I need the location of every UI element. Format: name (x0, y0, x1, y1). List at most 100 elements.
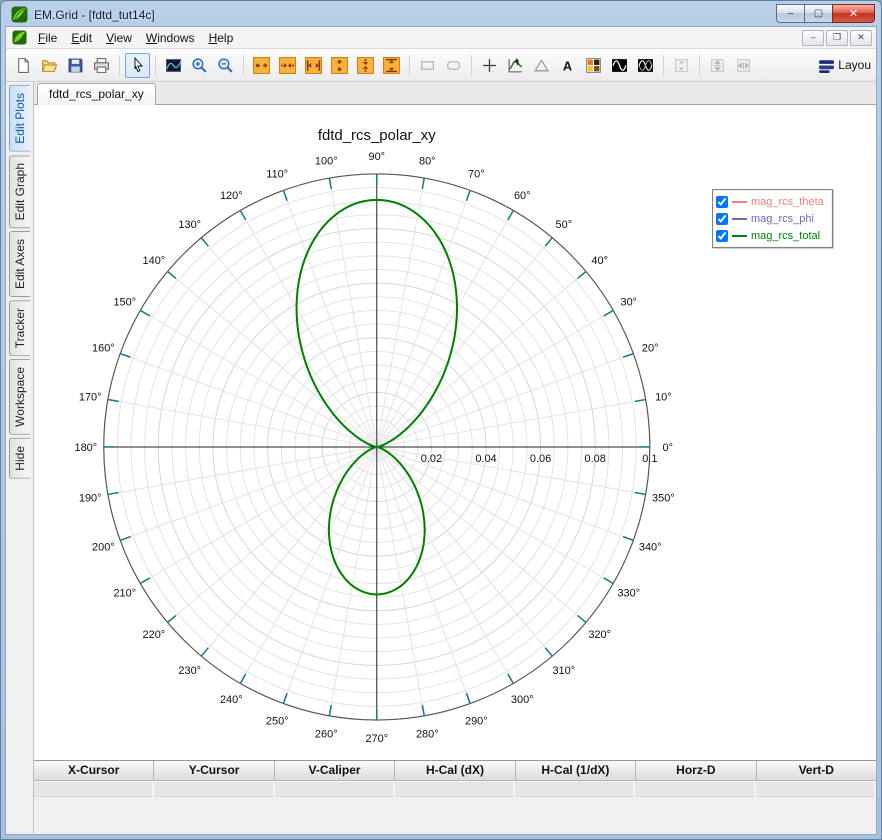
mdi-close-button[interactable]: ✕ (850, 29, 872, 46)
angle-tick (622, 352, 634, 359)
angle-label: 60° (514, 190, 531, 202)
sidebar-tab-edit-axes[interactable]: Edit Axes (9, 231, 30, 298)
sidebar-tab-hide[interactable]: Hide (9, 438, 30, 479)
fit-height-button[interactable] (669, 53, 694, 78)
legend-item-mag-rcs-phi: mag_rcs_phi (716, 210, 824, 227)
status-value-y-cursor (154, 782, 275, 797)
titlebar[interactable]: EM.Grid - [fdtd_tut14c] – ▢ ✕ (5, 1, 877, 26)
palette-button[interactable] (581, 53, 606, 78)
angle-label: 280° (416, 729, 439, 741)
minimize-button[interactable]: – (776, 3, 805, 23)
menu-help[interactable]: Help (202, 28, 241, 48)
zoom-out-button[interactable] (213, 53, 238, 78)
angle-tick (465, 692, 471, 704)
angle-label: 90° (368, 151, 385, 163)
status-col-h-cal-dx-: H-Cal (dX) (395, 761, 516, 781)
angle-tick (139, 309, 151, 317)
angle-label: 0° (662, 442, 672, 454)
shrink-horizontal-button[interactable] (275, 53, 300, 78)
text-tool-button[interactable]: A (555, 53, 580, 78)
sidebar-tab-tracker[interactable]: Tracker (9, 300, 30, 357)
open-folder-button[interactable] (37, 53, 62, 78)
angle-tick (421, 704, 425, 716)
toolbar-separator (155, 54, 156, 76)
angle-tick (577, 270, 587, 280)
angle-label: 310° (552, 665, 575, 677)
rectangle-tool-button[interactable] (415, 53, 440, 78)
angle-tick (544, 647, 553, 657)
angle-tick (507, 673, 514, 684)
sidebar-tab-edit-graph[interactable]: Edit Graph (9, 154, 30, 229)
angle-label: 120° (220, 190, 243, 202)
mdi-minimize-button[interactable]: – (802, 29, 824, 46)
triangle-tool-button[interactable] (529, 53, 554, 78)
app-logo-icon (11, 6, 28, 23)
pointer-select-button[interactable] (125, 52, 150, 78)
sidebar-tab-workspace[interactable]: Workspace (9, 359, 30, 436)
angle-tick (421, 177, 425, 190)
legend-label: mag_rcs_phi (751, 212, 814, 225)
menu-view[interactable]: View (99, 28, 139, 48)
expand-vertical-button[interactable] (327, 53, 352, 78)
close-button[interactable]: ✕ (832, 3, 875, 23)
legend-checkbox-mag-rcs-total[interactable] (716, 229, 728, 242)
tab-fdtd-rcs-polar-xy[interactable]: fdtd_rcs_polar_xy (37, 83, 156, 105)
angle-label: 210° (113, 587, 136, 599)
status-value-h-cal-dx- (394, 782, 516, 797)
waveform-double-button[interactable] (633, 53, 658, 78)
grid-spoke (200, 446, 378, 657)
print-button[interactable] (89, 53, 114, 78)
waveform-single-button[interactable] (607, 53, 632, 78)
menu-edit[interactable]: Edit (64, 28, 99, 48)
menu-bar: File Edit View Windows Help – ❐ ✕ (6, 27, 876, 49)
mdi-restore-button[interactable]: ❐ (826, 29, 848, 46)
curve-tracker-tool-button[interactable] (503, 53, 528, 78)
angle-label: 180° (74, 442, 97, 454)
cursor-status-table: X-Cursor Y-Cursor V-Caliper H-Cal (dX) H-Cal… (34, 760, 876, 797)
fit-horizontal-button[interactable] (301, 53, 326, 78)
zoom-in-button[interactable] (187, 53, 212, 78)
toolbar-separator (119, 54, 120, 76)
angle-label: 290° (465, 715, 488, 727)
sidebar-tabs: Edit Plots Edit Graph Edit Axes Tracker Work… (6, 82, 33, 834)
layout-group[interactable]: Layou (818, 57, 871, 74)
angle-label: 320° (588, 629, 611, 641)
legend-item-mag-rcs-theta: mag_rcs_theta (716, 193, 824, 210)
angle-label: 140° (143, 255, 166, 267)
zoom-window-button[interactable] (161, 53, 186, 78)
status-value-h-cal-1-dx- (515, 782, 636, 797)
crosshair-tool-button[interactable] (477, 53, 502, 78)
legend-checkbox-mag-rcs-theta[interactable] (716, 195, 728, 208)
angle-tick (282, 190, 288, 201)
angle-label: 130° (178, 219, 201, 231)
menu-file[interactable]: File (31, 28, 64, 48)
toolbar-separator (663, 54, 664, 76)
plot-area[interactable]: 0° 10° 20° 30° 40° 50° 60° 70° 80° 90° 100° 110° 120… (34, 105, 876, 760)
maximize-button[interactable]: ▢ (804, 3, 833, 23)
window-controls: – ▢ ✕ (776, 3, 875, 23)
sidebar-tab-edit-plots[interactable]: Edit Plots (9, 85, 30, 152)
angle-label: 350° (652, 492, 675, 504)
pan-horizontal-button[interactable] (731, 53, 756, 78)
angle-label: 160° (92, 342, 115, 354)
angle-label: 340° (639, 541, 662, 553)
document-icon (12, 30, 27, 45)
save-button[interactable] (63, 53, 88, 78)
angle-tick (282, 692, 288, 704)
menu-windows[interactable]: Windows (139, 28, 202, 48)
rounded-rectangle-tool-button[interactable] (441, 53, 466, 78)
fit-vertical-button[interactable] (379, 53, 404, 78)
pan-vertical-button[interactable] (705, 53, 730, 78)
shrink-vertical-button[interactable] (353, 53, 378, 78)
angle-tick (622, 535, 634, 542)
grid-spoke (167, 271, 378, 448)
expand-horizontal-button[interactable] (249, 53, 274, 78)
angle-label: 50° (556, 219, 573, 231)
angle-tick (167, 270, 177, 280)
angle-tick (119, 535, 131, 542)
angle-label: 30° (620, 296, 637, 308)
legend: mag_rcs_theta mag_rcs_phi mag_rcs_total (712, 189, 833, 248)
legend-checkbox-mag-rcs-phi[interactable] (716, 212, 728, 225)
angle-tick (634, 398, 646, 403)
new-document-button[interactable] (11, 53, 36, 78)
